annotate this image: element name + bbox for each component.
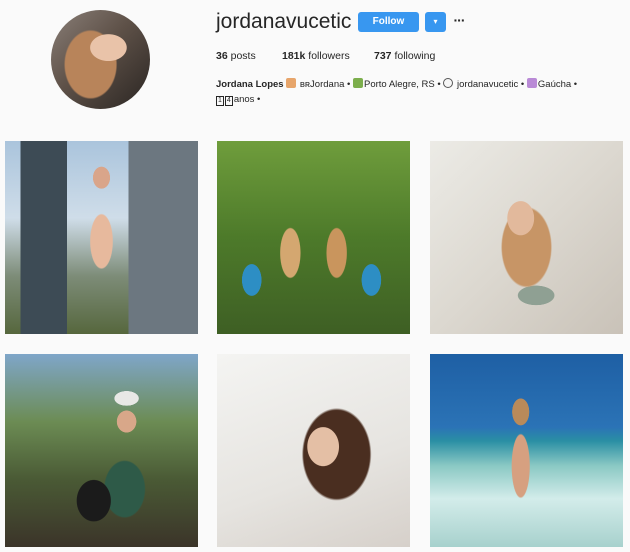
keycap-digit-4: 4 — [224, 96, 233, 106]
following-stat[interactable]: 737 following — [374, 50, 435, 62]
post-thumbnail[interactable] — [5, 354, 198, 547]
followers-label: followers — [305, 50, 350, 62]
bio-segment-1: ʙʀJordana • — [297, 79, 353, 90]
followers-count: 181k — [282, 50, 306, 62]
profile-avatar — [51, 10, 150, 109]
profile-bio: Jordana Lopes ʙʀJordana • Porto Alegre, … — [216, 77, 626, 107]
post-thumbnail[interactable] — [430, 141, 623, 334]
bio-segment-5: anos • — [233, 94, 261, 105]
house-emoji-icon — [353, 78, 363, 88]
post-thumbnail[interactable] — [217, 354, 410, 547]
at-sign-icon — [443, 78, 454, 88]
follow-button[interactable]: Follow — [358, 12, 419, 32]
following-count: 737 — [374, 50, 392, 62]
person-emoji-icon — [526, 78, 537, 88]
posts-count: 36 — [216, 50, 228, 62]
post-thumbnail[interactable] — [217, 141, 410, 334]
follow-options-button[interactable]: ▾ — [425, 12, 446, 32]
post-thumbnail[interactable] — [430, 354, 623, 547]
bio-segment-4: Gaúcha • — [537, 79, 578, 90]
more-options-icon[interactable]: ··· — [452, 12, 466, 32]
bio-segment-2: Porto Alegre, RS • — [364, 79, 444, 90]
profile-username: jordanavucetic — [216, 10, 352, 33]
followers-stat[interactable]: 181k followers — [282, 50, 350, 62]
post-thumbnail[interactable] — [5, 141, 198, 334]
following-label: following — [391, 50, 436, 62]
bio-segment-3: jordanavucetic • — [454, 79, 527, 90]
profile-full-name: Jordana Lopes — [216, 79, 284, 90]
posts-label: posts — [227, 50, 256, 62]
posts-stat: 36 posts — [216, 50, 256, 62]
heart-hands-emoji-icon — [286, 78, 297, 88]
keycap-digit-1: 1 — [216, 96, 224, 106]
